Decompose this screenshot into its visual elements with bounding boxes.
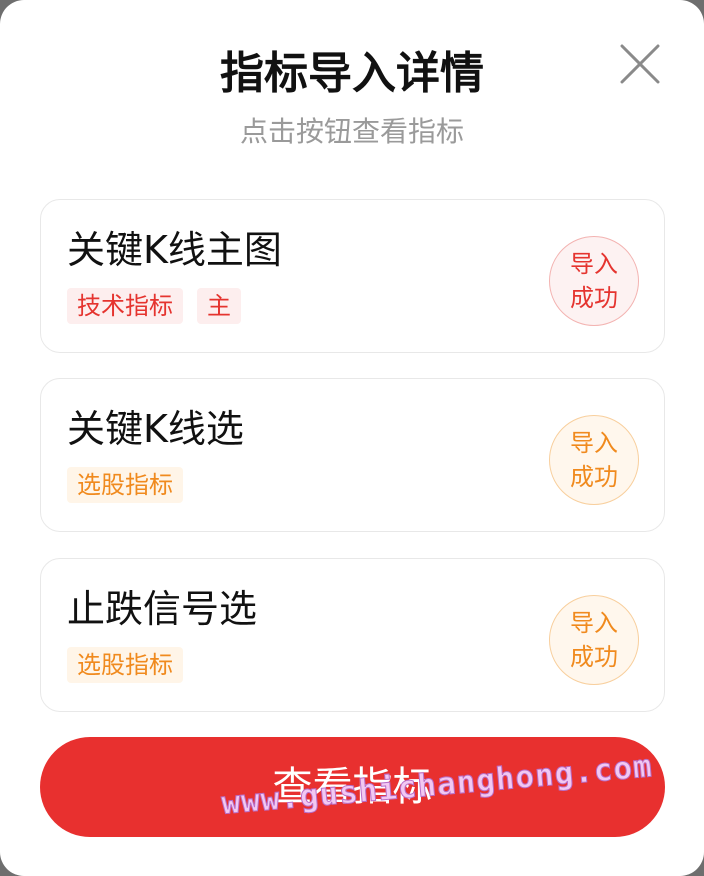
status-text-line1: 导入 — [570, 609, 618, 637]
status-text-line2: 成功 — [570, 643, 618, 671]
indicator-tags: 技术指标 主 — [67, 288, 241, 324]
status-text-line2: 成功 — [570, 284, 618, 312]
indicator-tags: 选股指标 — [67, 647, 183, 683]
dialog-title: 指标导入详情 — [220, 48, 484, 99]
indicator-tag: 主 — [197, 288, 241, 324]
status-text-line1: 导入 — [570, 429, 618, 457]
indicator-tags: 选股指标 — [67, 467, 183, 503]
dialog-subtitle: 点击按钮查看指标 — [239, 115, 464, 148]
indicator-tag: 选股指标 — [67, 467, 183, 503]
indicator-import-dialog: 指标导入详情 点击按钮查看指标 关键K线主图 技术指标 主 导入 成功 关键K线… — [0, 0, 704, 876]
import-status-badge: 导入 成功 — [549, 415, 639, 505]
indicator-name: 止跌信号选 — [67, 587, 258, 631]
import-status-badge: 导入 成功 — [549, 595, 639, 685]
indicator-name: 关键K线选 — [67, 407, 244, 451]
indicator-card[interactable]: 止跌信号选 选股指标 导入 成功 — [40, 558, 665, 712]
indicator-tag: 技术指标 — [67, 288, 183, 324]
status-text-line1: 导入 — [570, 250, 618, 278]
indicator-card[interactable]: 关键K线选 选股指标 导入 成功 — [40, 378, 665, 532]
indicator-card[interactable]: 关键K线主图 技术指标 主 导入 成功 — [40, 199, 665, 353]
indicator-name: 关键K线主图 — [67, 228, 282, 272]
indicator-tag: 选股指标 — [67, 647, 183, 683]
status-text-line2: 成功 — [570, 463, 618, 491]
import-status-badge: 导入 成功 — [549, 236, 639, 326]
